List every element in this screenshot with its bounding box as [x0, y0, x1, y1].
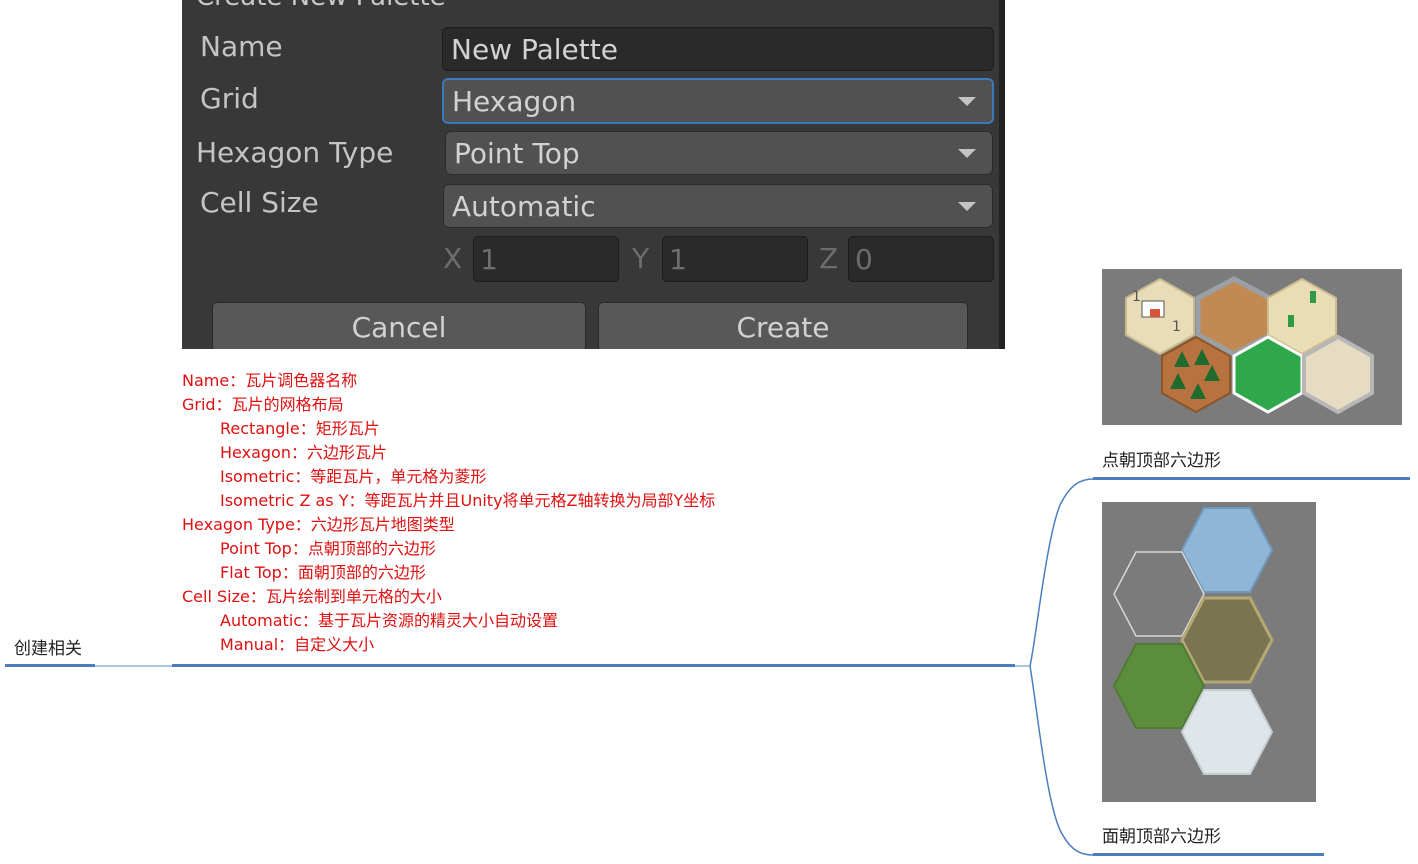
point-top-hex-preview: 1 1 [1102, 269, 1402, 425]
flat-top-caption: 面朝顶部六边形 [1102, 827, 1221, 847]
flat-top-hex-tiles [1112, 507, 1274, 775]
point-top-hex-tiles: 1 1 [1125, 276, 1374, 415]
svg-text:1: 1 [1132, 289, 1141, 305]
svg-text:1: 1 [1172, 319, 1181, 335]
point-top-caption: 点朝顶部六边形 [1102, 451, 1221, 471]
flat-top-hex-preview [1102, 502, 1316, 802]
